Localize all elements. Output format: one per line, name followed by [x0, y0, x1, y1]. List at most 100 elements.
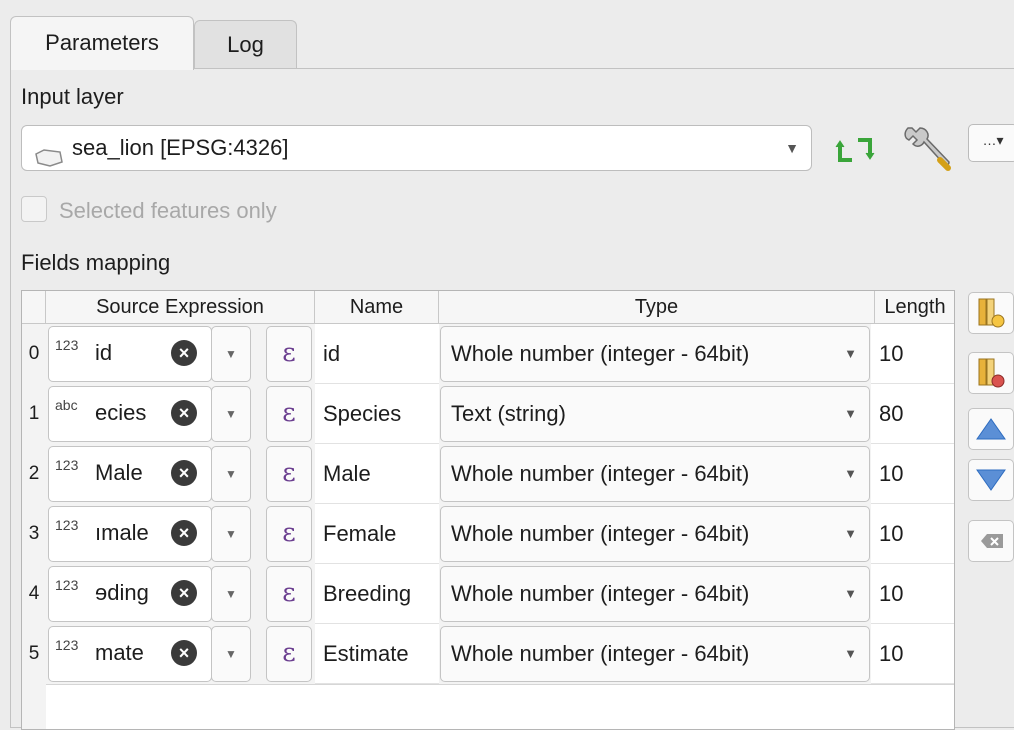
field-type-dropdown[interactable]: Whole number (integer - 64bit) ▼ — [440, 446, 870, 502]
chevron-down-icon: ▼ — [844, 526, 857, 541]
row-index: 4 — [28, 583, 40, 604]
source-expression-field[interactable]: 123 ɘding × — [48, 566, 212, 622]
source-expression-value: Male — [95, 460, 143, 485]
tab-parameters[interactable]: Parameters — [10, 16, 194, 70]
field-type-badge: 123 — [55, 637, 79, 653]
clear-icon — [969, 534, 1013, 565]
selected-features-checkbox[interactable] — [21, 196, 47, 222]
field-type-value: Whole number (integer - 64bit) — [451, 581, 750, 606]
polygon-layer-icon — [34, 139, 64, 183]
chevron-down-icon: ▼ — [785, 140, 799, 156]
expression-builder-button[interactable]: ε — [266, 506, 312, 562]
row-index: 0 — [28, 343, 40, 364]
clear-icon[interactable]: × — [171, 400, 197, 426]
field-name-cell[interactable]: Species — [315, 384, 439, 444]
field-name-cell[interactable]: Female — [315, 504, 439, 564]
field-length-cell[interactable]: 10 — [871, 504, 954, 564]
expression-builder-button[interactable]: ε — [266, 326, 312, 382]
reset-button[interactable] — [968, 520, 1014, 562]
selected-features-label: Selected features only — [59, 198, 277, 223]
delete-field-icon — [969, 358, 1013, 397]
chevron-down-icon: ▼ — [225, 647, 237, 661]
field-name-cell[interactable]: Estimate — [315, 624, 439, 684]
field-type-dropdown[interactable]: Text (string) ▼ — [440, 386, 870, 442]
field-type-value: Text (string) — [451, 401, 566, 426]
column-header-type[interactable]: Type — [439, 291, 875, 324]
epsilon-icon: ε — [282, 398, 296, 428]
clear-icon[interactable]: × — [171, 340, 197, 366]
source-expression-value: mate — [95, 640, 144, 665]
source-expression-field[interactable]: 123 mate × — [48, 626, 212, 682]
clear-icon[interactable]: × — [171, 520, 197, 546]
source-expression-field[interactable]: 123 ımale × — [48, 506, 212, 562]
field-type-dropdown[interactable]: Whole number (integer - 64bit) ▼ — [440, 326, 870, 382]
field-length-cell[interactable]: 10 — [871, 624, 954, 684]
expression-builder-button[interactable]: ε — [266, 386, 312, 442]
source-expression-value: id — [95, 340, 113, 365]
field-type-dropdown[interactable]: Whole number (integer - 64bit) ▼ — [440, 506, 870, 562]
input-layer-combo[interactable]: sea_lion [EPSG:4326] ▼ — [21, 125, 812, 171]
field-type-value: Whole number (integer - 64bit) — [451, 521, 750, 546]
empty-table-area — [46, 684, 954, 729]
source-expression-value: ecies — [95, 400, 147, 425]
column-header-name[interactable]: Name — [315, 291, 439, 324]
column-header-length[interactable]: Length — [875, 291, 954, 324]
source-dropdown-button[interactable]: ▼ — [211, 326, 251, 382]
field-type-badge: 123 — [55, 337, 79, 353]
source-dropdown-button[interactable]: ▼ — [211, 446, 251, 502]
column-header-source[interactable]: Source Expression — [46, 291, 315, 324]
source-dropdown-button[interactable]: ▼ — [211, 386, 251, 442]
source-expression-field[interactable]: abc ecies × — [48, 386, 212, 442]
field-type-badge: 123 — [55, 517, 79, 533]
expression-builder-button[interactable]: ε — [266, 626, 312, 682]
input-layer-label: Input layer — [21, 84, 124, 109]
tab-log[interactable]: Log — [194, 20, 297, 68]
field-type-badge: 123 — [55, 457, 79, 473]
source-expression-field[interactable]: 123 Male × — [48, 446, 212, 502]
expression-builder-button[interactable]: ε — [266, 446, 312, 502]
source-dropdown-button[interactable]: ▼ — [211, 506, 251, 562]
row-index: 5 — [28, 643, 40, 664]
epsilon-icon: ε — [282, 518, 296, 548]
field-name-cell[interactable]: id — [315, 324, 439, 384]
more-options-button[interactable]: …▾ — [968, 124, 1014, 162]
add-field-button[interactable] — [968, 292, 1014, 334]
clear-icon[interactable]: × — [171, 580, 197, 606]
chevron-down-icon: ▼ — [844, 646, 857, 661]
field-type-value: Whole number (integer - 64bit) — [451, 341, 750, 366]
wrench-icon[interactable] — [900, 122, 954, 179]
row-index: 3 — [28, 523, 40, 544]
arrow-up-icon — [969, 418, 1013, 453]
field-type-dropdown[interactable]: Whole number (integer - 64bit) ▼ — [440, 566, 870, 622]
delete-field-button[interactable] — [968, 352, 1014, 394]
row-index: 1 — [28, 403, 40, 424]
field-length-cell[interactable]: 10 — [871, 444, 954, 504]
clear-icon[interactable]: × — [171, 460, 197, 486]
chevron-down-icon: ▼ — [844, 346, 857, 361]
clear-icon[interactable]: × — [171, 640, 197, 666]
chevron-down-icon: ▼ — [225, 407, 237, 421]
source-expression-field[interactable]: 123 id × — [48, 326, 212, 382]
chevron-down-icon: ▼ — [844, 406, 857, 421]
move-down-button[interactable] — [968, 459, 1014, 501]
ellipsis-icon: …▾ — [982, 132, 1004, 148]
source-dropdown-button[interactable]: ▼ — [211, 566, 251, 622]
add-field-icon — [969, 298, 1013, 337]
epsilon-icon: ε — [282, 458, 296, 488]
field-name-cell[interactable]: Breeding — [315, 564, 439, 624]
source-dropdown-button[interactable]: ▼ — [211, 626, 251, 682]
epsilon-icon: ε — [282, 578, 296, 608]
refresh-icon[interactable] — [832, 133, 878, 172]
field-name-cell[interactable]: Male — [315, 444, 439, 504]
epsilon-icon: ε — [282, 638, 296, 668]
field-type-value: Whole number (integer - 64bit) — [451, 461, 750, 486]
field-type-dropdown[interactable]: Whole number (integer - 64bit) ▼ — [440, 626, 870, 682]
field-length-cell[interactable]: 10 — [871, 564, 954, 624]
field-type-value: Whole number (integer - 64bit) — [451, 641, 750, 666]
move-up-button[interactable] — [968, 408, 1014, 450]
field-type-badge: 123 — [55, 577, 79, 593]
input-layer-value: sea_lion [EPSG:4326] — [72, 135, 289, 160]
expression-builder-button[interactable]: ε — [266, 566, 312, 622]
field-length-cell[interactable]: 80 — [871, 384, 954, 444]
field-length-cell[interactable]: 10 — [871, 324, 954, 384]
